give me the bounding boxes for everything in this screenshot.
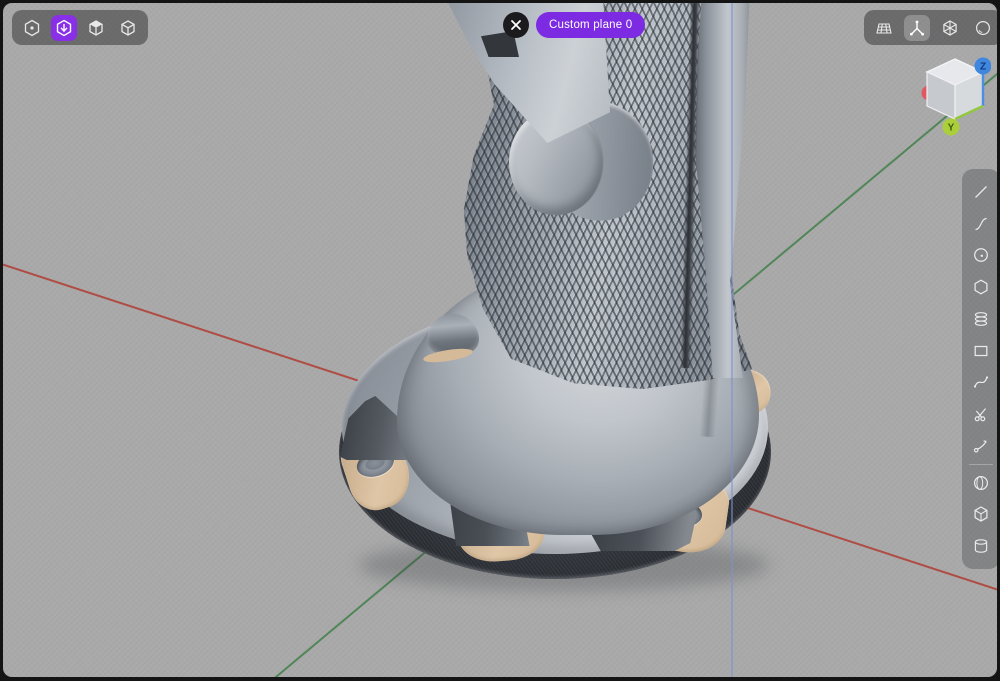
line-tool-button[interactable] [965,176,997,208]
rectangle-tool-button[interactable] [965,335,997,367]
solid-cube-icon [89,19,103,36]
line-icon [975,185,987,198]
sphere-shading-icon [975,20,991,35]
grid-display-button[interactable] [871,15,897,41]
arc-icon [975,217,987,230]
cylinder-icon [974,539,988,553]
wireframe-cube-icon [121,19,135,36]
display-mode-toolbar [12,10,148,45]
grid-icon [876,22,892,34]
view-solid-cube-button[interactable] [83,15,109,41]
view-wireframe-cube-button[interactable] [115,15,141,41]
circle-icon [974,248,988,263]
rectangle-icon [974,345,988,356]
custom-plane-chip[interactable]: Custom plane 0 [536,12,646,38]
sphere-icon [973,475,989,490]
close-plane-button[interactable] [503,12,529,38]
circle-tool-button[interactable] [965,240,997,272]
spline-tool-button[interactable] [965,367,997,399]
axis-tripod-display-button[interactable] [904,14,930,41]
offset-tool-button[interactable] [965,430,997,462]
viewport-3d[interactable]: Custom plane 0 Z Y [3,3,997,677]
polygon-tool-button[interactable] [965,271,997,303]
close-icon [511,20,521,30]
axis-tripod-icon [910,20,924,35]
custom-plane-label: Custom plane 0 [549,19,633,31]
view-hexagon-dot-button[interactable] [19,15,45,41]
offset-icon [973,440,987,453]
spline-icon [973,376,989,388]
hexagon-dot-icon [24,19,40,36]
cylinder-tool-button[interactable] [965,530,997,562]
trim-tool-button[interactable] [965,398,997,430]
hexagon-arrow-icon [56,19,72,36]
box-icon [974,506,988,523]
view-hexagon-arrow-button[interactable] [51,14,77,41]
rail-divider [969,463,993,465]
viewport-settings-toolbar [864,10,997,45]
hex-wheel-display-button[interactable] [937,15,963,41]
y-axis-label: Y [948,123,955,134]
scissors-icon [974,408,987,422]
arc-tool-button[interactable] [965,208,997,240]
sphere-tool-button[interactable] [965,467,997,499]
box-tool-button[interactable] [965,499,997,531]
sketch-tool-rail [962,169,997,569]
sphere-shading-display-button[interactable] [970,15,996,41]
z-axis-label: Z [980,62,986,73]
model-knurled-grip[interactable] [3,3,997,677]
coil-tool-button[interactable] [965,303,997,335]
orientation-cube[interactable]: Z Y [919,53,991,137]
coil-icon [974,312,988,326]
hex-wheel-icon [943,19,957,36]
z-axis-line [731,3,733,677]
polygon-icon [974,279,988,295]
